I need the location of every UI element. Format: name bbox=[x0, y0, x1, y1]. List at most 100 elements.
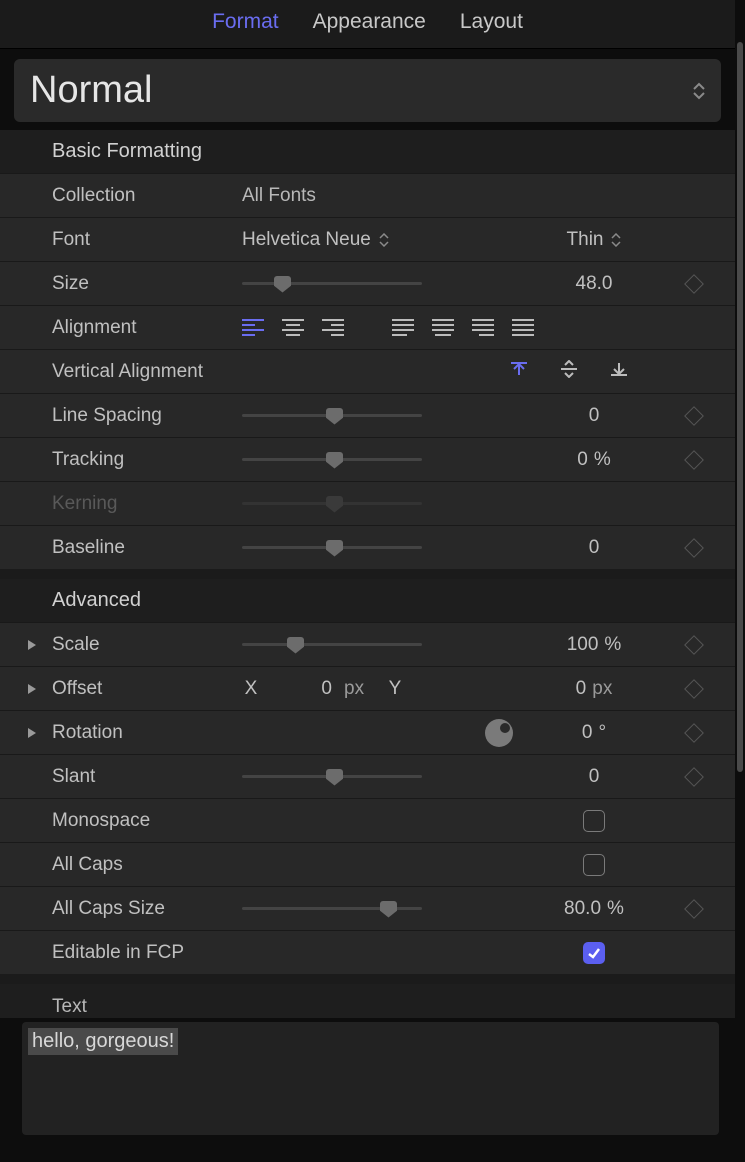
text-style-picker[interactable]: Normal bbox=[14, 59, 721, 122]
row-all-caps-size: All Caps Size 80.0% bbox=[0, 886, 735, 930]
justify-left-icon[interactable] bbox=[392, 319, 414, 337]
text-section-label: Text bbox=[52, 996, 87, 1017]
all-caps-size-unit: % bbox=[607, 898, 624, 920]
row-baseline: Baseline 0 bbox=[0, 525, 735, 569]
line-spacing-value[interactable]: 0 bbox=[589, 405, 600, 427]
justify-full-icon[interactable] bbox=[512, 319, 534, 337]
section-advanced: Advanced bbox=[0, 579, 735, 622]
align-center-icon[interactable] bbox=[282, 319, 304, 337]
disclosure-triangle[interactable] bbox=[26, 639, 52, 651]
row-tracking: Tracking 0% bbox=[0, 437, 735, 481]
baseline-label: Baseline bbox=[52, 537, 242, 559]
tab-appearance[interactable]: Appearance bbox=[313, 10, 426, 34]
size-label: Size bbox=[52, 273, 242, 295]
tracking-label: Tracking bbox=[52, 449, 242, 471]
font-weight-picker[interactable]: Thin bbox=[567, 229, 622, 251]
scrollbar-thumb[interactable] bbox=[737, 42, 743, 772]
row-scale: Scale 100% bbox=[0, 622, 735, 666]
monospace-label: Monospace bbox=[52, 810, 242, 832]
all-caps-size-slider[interactable] bbox=[242, 901, 422, 917]
row-vertical-alignment: Vertical Alignment bbox=[0, 349, 735, 393]
rotation-unit: ° bbox=[598, 722, 606, 744]
scale-value[interactable]: 100 bbox=[567, 634, 599, 656]
editable-fcp-checkbox[interactable] bbox=[583, 942, 605, 964]
tracking-value[interactable]: 0 bbox=[577, 449, 588, 471]
baseline-value[interactable]: 0 bbox=[589, 537, 600, 559]
keyframe-button[interactable] bbox=[684, 679, 704, 699]
text-content: hello, gorgeous! bbox=[28, 1028, 178, 1055]
offset-y-label: Y bbox=[386, 678, 404, 700]
size-value[interactable]: 48.0 bbox=[576, 273, 613, 295]
scrollbar[interactable] bbox=[735, 42, 745, 1132]
offset-y-value[interactable]: 0 bbox=[576, 678, 587, 700]
all-caps-size-label: All Caps Size bbox=[52, 898, 242, 920]
keyframe-button[interactable] bbox=[684, 406, 704, 426]
keyframe-button[interactable] bbox=[684, 899, 704, 919]
section-text: Text bbox=[0, 984, 735, 1018]
all-caps-size-value[interactable]: 80.0 bbox=[564, 898, 601, 920]
row-editable-in-fcp: Editable in FCP bbox=[0, 930, 735, 974]
section-basic-formatting: Basic Formatting bbox=[0, 130, 735, 173]
row-alignment: Alignment bbox=[0, 305, 735, 349]
keyframe-button[interactable] bbox=[684, 538, 704, 558]
tab-layout[interactable]: Layout bbox=[460, 10, 523, 34]
valign-middle-icon[interactable] bbox=[559, 360, 579, 384]
alignment-group bbox=[242, 319, 534, 337]
collection-value[interactable]: All Fonts bbox=[242, 185, 316, 207]
font-family-picker[interactable]: Helvetica Neue bbox=[242, 229, 389, 251]
offset-x-value[interactable]: 0 bbox=[272, 678, 332, 700]
updown-icon bbox=[611, 233, 621, 247]
keyframe-button[interactable] bbox=[684, 274, 704, 294]
offset-label: Offset bbox=[52, 678, 242, 700]
all-caps-checkbox[interactable] bbox=[583, 854, 605, 876]
rotation-value[interactable]: 0 bbox=[582, 722, 593, 744]
align-left-icon[interactable] bbox=[242, 319, 264, 337]
row-all-caps: All Caps bbox=[0, 842, 735, 886]
valign-top-icon[interactable] bbox=[509, 360, 529, 384]
font-label: Font bbox=[52, 229, 242, 251]
scale-unit: % bbox=[604, 634, 621, 656]
keyframe-button[interactable] bbox=[684, 767, 704, 787]
updown-icon bbox=[379, 233, 389, 247]
justify-center-icon[interactable] bbox=[432, 319, 454, 337]
text-field[interactable]: hello, gorgeous! bbox=[22, 1022, 719, 1135]
justify-right-icon[interactable] bbox=[472, 319, 494, 337]
keyframe-button[interactable] bbox=[684, 450, 704, 470]
valign-label: Vertical Alignment bbox=[52, 361, 242, 383]
row-offset: Offset X 0 px Y 0px bbox=[0, 666, 735, 710]
rotation-dial[interactable] bbox=[485, 719, 513, 747]
row-rotation: Rotation 0° bbox=[0, 710, 735, 754]
size-slider[interactable] bbox=[242, 276, 422, 292]
disclosure-triangle[interactable] bbox=[26, 727, 52, 739]
keyframe-button[interactable] bbox=[684, 723, 704, 743]
slant-slider[interactable] bbox=[242, 769, 422, 785]
collection-label: Collection bbox=[52, 185, 242, 207]
kerning-slider bbox=[242, 496, 422, 512]
kerning-label: Kerning bbox=[52, 493, 242, 515]
row-kerning: Kerning bbox=[0, 481, 735, 525]
row-line-spacing: Line Spacing 0 bbox=[0, 393, 735, 437]
baseline-slider[interactable] bbox=[242, 540, 422, 556]
line-spacing-label: Line Spacing bbox=[52, 405, 242, 427]
stepper-icon bbox=[693, 82, 705, 100]
scale-slider[interactable] bbox=[242, 637, 422, 653]
alignment-label: Alignment bbox=[52, 317, 242, 339]
tab-format[interactable]: Format bbox=[212, 10, 279, 34]
tracking-slider[interactable] bbox=[242, 452, 422, 468]
line-spacing-slider[interactable] bbox=[242, 408, 422, 424]
offset-y-unit: px bbox=[592, 678, 612, 700]
monospace-checkbox[interactable] bbox=[583, 810, 605, 832]
row-size: Size 48.0 bbox=[0, 261, 735, 305]
all-caps-label: All Caps bbox=[52, 854, 242, 876]
editable-fcp-label: Editable in FCP bbox=[52, 942, 282, 964]
disclosure-triangle[interactable] bbox=[26, 683, 52, 695]
row-collection: Collection All Fonts bbox=[0, 173, 735, 217]
align-right-icon[interactable] bbox=[322, 319, 344, 337]
inspector-tabs: Format Appearance Layout bbox=[0, 0, 735, 49]
valign-group bbox=[509, 360, 629, 384]
offset-x-unit: px bbox=[344, 678, 374, 700]
slant-value[interactable]: 0 bbox=[589, 766, 600, 788]
keyframe-button[interactable] bbox=[684, 635, 704, 655]
row-slant: Slant 0 bbox=[0, 754, 735, 798]
valign-bottom-icon[interactable] bbox=[609, 360, 629, 384]
